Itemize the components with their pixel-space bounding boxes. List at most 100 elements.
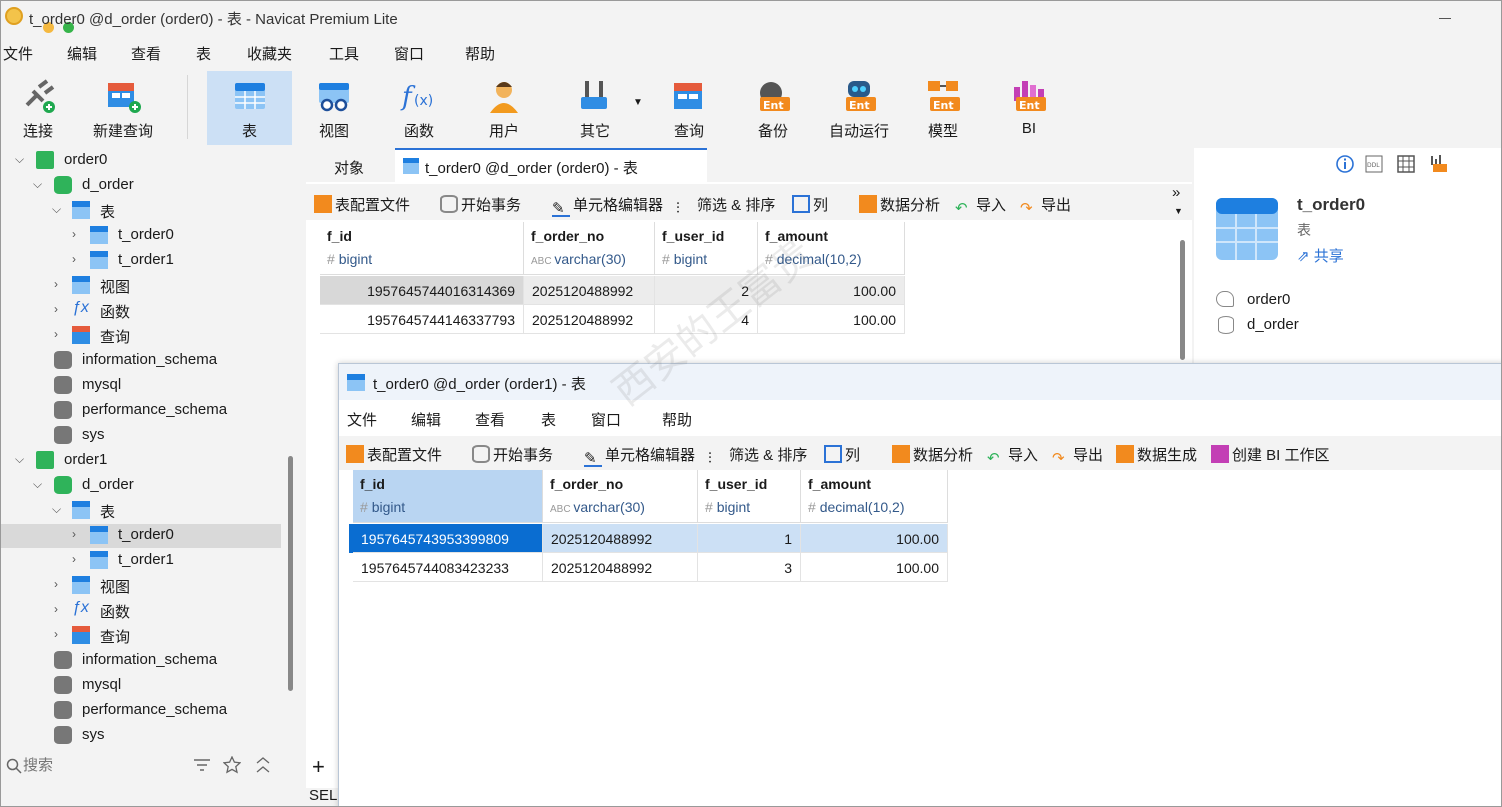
menu-view[interactable]: 查看	[475, 409, 505, 430]
column-header-f_user_id[interactable]: f_user_id # bigint	[698, 470, 801, 523]
column-header-f_id[interactable]: f_id # bigint	[353, 470, 543, 523]
begin-transaction-button[interactable]: 开始事务	[440, 194, 521, 215]
table-cell[interactable]: 2025120488992	[543, 553, 698, 582]
tree-table-item[interactable]: › t_order1	[1, 249, 281, 273]
dropdown-arrow-icon[interactable]: ▼	[633, 97, 643, 108]
table-cell[interactable]: 1	[698, 524, 801, 553]
toolbar-view-button[interactable]: 视图	[293, 71, 375, 145]
toolbar-new-query-button[interactable]: 新建查询	[83, 71, 163, 145]
minimize-button[interactable]	[1437, 9, 1453, 25]
menu-tools[interactable]: 工具	[329, 43, 359, 64]
toolbar-table-button[interactable]: 表	[207, 71, 292, 145]
chevron-right-icon[interactable]: ›	[72, 527, 76, 541]
filter-sort-button[interactable]: ⫶ 筛选 & 排序	[708, 444, 807, 468]
tree-table-item[interactable]: › t_order1	[1, 549, 281, 573]
add-record-button[interactable]: +	[312, 754, 325, 780]
import-button[interactable]: ↶ 导入	[955, 194, 1006, 217]
column-header-f_id[interactable]: f_id # bigint	[320, 222, 524, 275]
chevron-down-icon[interactable]: ⌵	[15, 452, 24, 467]
chevron-down-icon[interactable]: ⌵	[15, 152, 24, 167]
tree-database-item[interactable]: mysql	[1, 674, 281, 698]
menu-view[interactable]: 查看	[131, 43, 161, 64]
toolbar-automation-button[interactable]: Ent 自动运行	[815, 71, 903, 145]
profile-button[interactable]: 表配置文件	[346, 444, 442, 465]
chevron-right-icon[interactable]: ›	[54, 627, 58, 641]
tree-tables-folder[interactable]: ⌵ 表	[1, 199, 281, 223]
columns-button[interactable]: 列	[792, 194, 828, 215]
chevron-right-icon[interactable]: ›	[54, 302, 58, 316]
tree-views-folder[interactable]: › 视图	[1, 274, 281, 298]
column-header-f_order_no[interactable]: f_order_no ABC varchar(30)	[524, 222, 655, 275]
tree-table-item-selected[interactable]: › t_order0	[1, 524, 281, 548]
table-cell[interactable]: 1957645744016314369	[320, 276, 524, 305]
menu-window[interactable]: 窗口	[591, 409, 621, 430]
column-header-f_order_no[interactable]: f_order_no ABC varchar(30)	[543, 470, 698, 523]
analysis-icon[interactable]	[1429, 153, 1449, 173]
chevron-right-icon[interactable]: ›	[54, 277, 58, 291]
toolbar-connect-button[interactable]: 连接	[1, 71, 75, 145]
info-icon[interactable]	[1336, 155, 1354, 173]
create-bi-workspace-button[interactable]: 创建 BI 工作区	[1211, 444, 1330, 465]
tree-database-item[interactable]: performance_schema	[1, 399, 281, 423]
menu-edit[interactable]: 编辑	[67, 43, 97, 64]
toolbar-function-button[interactable]: f (x) 函数	[377, 71, 461, 145]
chevron-right-icon[interactable]: ›	[72, 552, 76, 566]
filter-sort-button[interactable]: ⫶ 筛选 & 排序	[676, 194, 775, 218]
menu-table[interactable]: 表	[541, 409, 556, 430]
star-icon[interactable]	[223, 756, 241, 774]
tree-queries-folder[interactable]: › 查询	[1, 624, 281, 648]
cell-editor-button[interactable]: ✎ 单元格编辑器	[552, 194, 663, 217]
table-cell[interactable]: 3	[698, 553, 801, 582]
begin-transaction-button[interactable]: 开始事务	[472, 444, 553, 465]
tab-objects[interactable]: 对象	[306, 148, 394, 182]
sidebar-scrollbar[interactable]	[288, 456, 293, 691]
chevron-down-icon[interactable]: ⌵	[52, 202, 61, 217]
chevron-right-icon[interactable]: ›	[72, 252, 76, 266]
menu-file[interactable]: 文件	[347, 409, 377, 430]
chevron-down-icon[interactable]: ⌵	[33, 177, 42, 192]
export-button[interactable]: ↷ 导出	[1052, 444, 1103, 467]
tab-t_order0-order0[interactable]: t_order0 @d_order (order0) - 表	[395, 148, 707, 182]
filter-icon[interactable]	[193, 757, 211, 773]
columns-button[interactable]: 列	[824, 444, 860, 465]
table-cell[interactable]: 100.00	[758, 305, 905, 334]
table-cell[interactable]: 2025120488992	[543, 524, 698, 553]
data-analysis-button[interactable]: 数据分析	[859, 194, 940, 215]
tree-database-item[interactable]: information_schema	[1, 649, 281, 673]
tree-functions-folder[interactable]: › ƒx 函数	[1, 599, 281, 623]
toolbar-other-button[interactable]: ▼ 其它	[553, 71, 649, 145]
profile-button[interactable]: 表配置文件	[314, 194, 410, 215]
chevron-down-icon[interactable]: ⌵	[52, 502, 61, 517]
more-chevron-icon[interactable]: »	[1172, 184, 1180, 201]
column-header-f_amount[interactable]: f_amount # decimal(10,2)	[801, 470, 948, 523]
dropdown-arrow-icon[interactable]: ▼	[1174, 206, 1183, 216]
menu-window[interactable]: 窗口	[394, 43, 424, 64]
tree-functions-folder[interactable]: › ƒx 函数	[1, 299, 281, 323]
menu-edit[interactable]: 编辑	[411, 409, 441, 430]
tree-connection-order0[interactable]: ⌵ order0	[1, 149, 281, 173]
tree-table-item[interactable]: › t_order0	[1, 224, 281, 248]
menu-help[interactable]: 帮助	[662, 409, 692, 430]
menu-table[interactable]: 表	[196, 43, 211, 64]
toolbar-user-button[interactable]: 用户	[463, 71, 545, 145]
tree-database-item[interactable]: information_schema	[1, 349, 281, 373]
menu-file[interactable]: 文件	[3, 43, 33, 64]
table-cell[interactable]: 100.00	[801, 553, 948, 582]
toolbar-backup-button[interactable]: Ent 备份	[733, 71, 813, 145]
table-cell[interactable]: 2025120488992	[524, 305, 655, 334]
tree-views-folder[interactable]: › 视图	[1, 574, 281, 598]
tree-database-item[interactable]: sys	[1, 424, 281, 448]
grid-view-icon[interactable]	[1397, 155, 1415, 173]
cell-editor-button[interactable]: ✎ 单元格编辑器	[584, 444, 695, 467]
table-cell[interactable]: 2025120488992	[524, 276, 655, 305]
toolbar-query-button[interactable]: 查询	[649, 71, 729, 145]
data-generation-button[interactable]: 数据生成	[1116, 444, 1197, 465]
tree-queries-folder[interactable]: › 查询	[1, 324, 281, 348]
table-cell-selected[interactable]: 1957645743953399809	[353, 524, 543, 553]
collapse-icon[interactable]	[254, 756, 272, 774]
tree-tables-folder[interactable]: ⌵ 表	[1, 499, 281, 523]
tree-database-d_order[interactable]: ⌵ d_order	[1, 174, 281, 198]
chevron-right-icon[interactable]: ›	[72, 227, 76, 241]
table-cell[interactable]: 1957645744146337793	[320, 305, 524, 334]
tree-database-item[interactable]: performance_schema	[1, 699, 281, 723]
